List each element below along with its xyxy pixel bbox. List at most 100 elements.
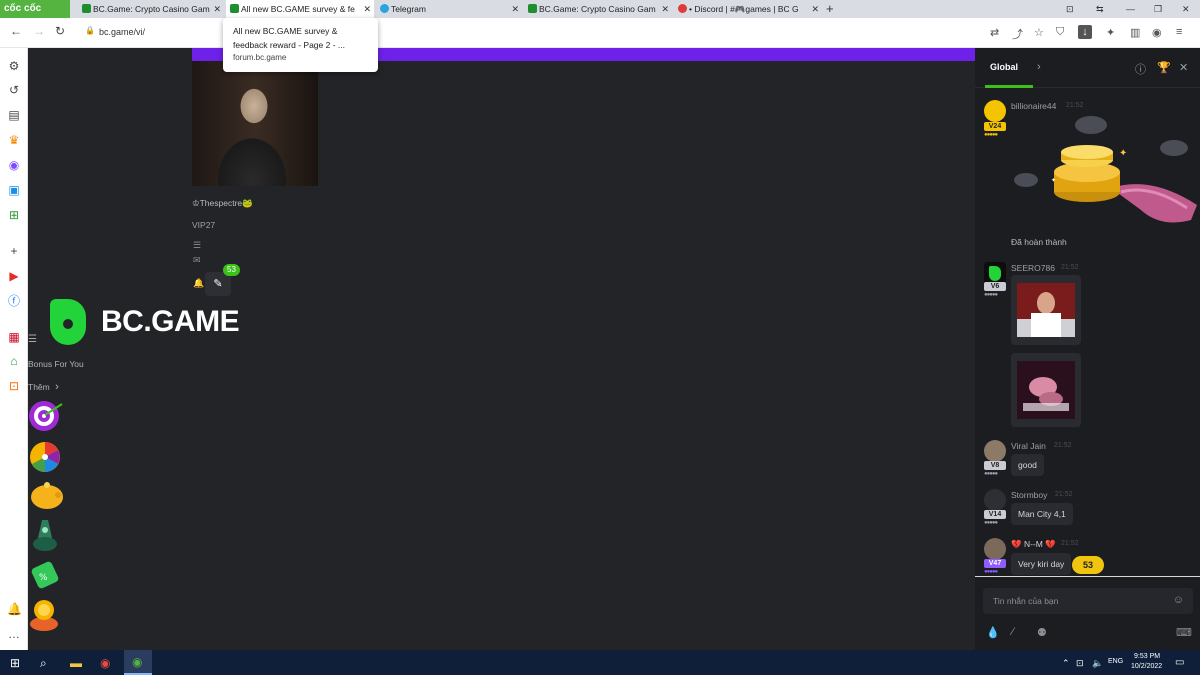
volume-icon[interactable]: 🔈 <box>1092 658 1103 669</box>
lock-icon[interactable]: 🔒 <box>85 26 95 35</box>
pin-icon[interactable]: ⇆ <box>1096 0 1104 18</box>
tab-bcgame-1[interactable]: BC.Game: Crypto Casino Gam ✕ <box>78 0 224 18</box>
lucky-wheel-icon[interactable] <box>28 438 66 472</box>
chevron-right-icon[interactable]: › <box>1037 61 1041 73</box>
emoji-icon[interactable]: ☺ <box>1173 594 1184 606</box>
url-field[interactable]: 🔒 bc.game/vi/ <box>77 23 977 43</box>
bcgame-logo[interactable]: BC.GAME <box>50 299 240 347</box>
avatar[interactable] <box>984 440 1006 462</box>
keyboard-icon[interactable]: ⌨ <box>1176 626 1192 639</box>
youtube-icon[interactable]: ▶ <box>7 269 21 283</box>
coin-drop-icon[interactable]: 💧 <box>986 626 1000 639</box>
profile-switch-icon[interactable]: ⊡ <box>1066 0 1074 18</box>
shield-icon[interactable]: ⛉ <box>1056 26 1064 39</box>
rain-icon[interactable]: ⚉ <box>1037 626 1047 639</box>
coccoc-taskbar-button[interactable]: ◉ <box>124 650 152 675</box>
language-indicator[interactable]: ENG <box>1108 658 1123 665</box>
share-icon[interactable]: ⤴ <box>1012 26 1023 42</box>
username[interactable]: SEERO786 <box>1011 263 1055 273</box>
cart-icon[interactable]: ⊡ <box>7 379 21 393</box>
forward-arrow-icon[interactable]: → <box>33 24 45 38</box>
download-icon[interactable]: ↓ <box>1078 25 1092 39</box>
piggy-bank-icon[interactable] <box>28 478 66 512</box>
new-tab-button[interactable]: + <box>826 0 834 17</box>
chrome-icon[interactable]: ◉ <box>100 656 110 670</box>
trophy-icon[interactable]: 🏆 <box>1157 61 1171 74</box>
coupon-icon[interactable]: % <box>28 558 66 592</box>
username[interactable]: Viral Jain <box>1011 441 1046 451</box>
message-bubble: Man City 4,1 <box>1011 503 1073 525</box>
info-icon[interactable]: ⓘ <box>1135 61 1146 77</box>
facebook-icon[interactable]: ⓕ <box>7 294 21 308</box>
avatar[interactable] <box>984 262 1006 284</box>
tab-global[interactable]: Global <box>990 62 1018 72</box>
avatar[interactable] <box>984 538 1006 560</box>
slash-command-icon[interactable]: ∕ <box>1012 626 1014 638</box>
gif-message[interactable] <box>1011 353 1081 427</box>
new-messages-badge[interactable]: 53 <box>1072 556 1104 574</box>
avatar[interactable] <box>984 100 1006 122</box>
notes-icon[interactable]: ▤ <box>7 108 21 122</box>
vip-badge: V8 <box>984 461 1006 470</box>
history-icon[interactable]: ↺ <box>7 83 21 97</box>
tab-bcgame-2[interactable]: BC.Game: Crypto Casino Gam ✕ <box>524 0 672 18</box>
tab-survey[interactable]: All new BC.GAME survey & fe ✕ <box>226 0 374 18</box>
menu-icon[interactable]: ≡ <box>1176 26 1182 38</box>
game-controller-icon[interactable]: ⊞ <box>7 208 21 222</box>
crown-icon[interactable]: ♛ <box>7 133 21 147</box>
mail-icon[interactable]: ✉ <box>193 255 201 266</box>
clock-time[interactable]: 9:53 PM <box>1134 653 1160 660</box>
window-close-button[interactable]: ✕ <box>1182 0 1190 18</box>
clock-date[interactable]: 10/2/2022 <box>1131 663 1162 670</box>
minimize-button[interactable]: — <box>1126 0 1135 18</box>
list-icon[interactable]: ☰ <box>193 240 201 251</box>
star-icon[interactable]: ☆ <box>1034 26 1044 39</box>
back-arrow-icon[interactable]: ← <box>10 24 22 38</box>
tab-telegram[interactable]: Telegram ✕ <box>376 0 522 18</box>
close-icon[interactable]: ✕ <box>811 0 819 18</box>
coccoc-logo[interactable]: cốc cốc <box>0 0 70 18</box>
more-icon[interactable]: … <box>7 627 21 641</box>
bonus-for-you-link[interactable]: Bonus For You <box>28 359 84 369</box>
chat-bubble-icon: ✎ <box>213 278 223 290</box>
tab-discord[interactable]: • Discord | #🎮games | BC G ✕ <box>674 0 822 18</box>
bell-icon[interactable]: 🔔 <box>193 278 204 289</box>
reload-icon[interactable]: ↻ <box>55 24 65 38</box>
account-icon[interactable]: ◉ <box>1152 26 1162 39</box>
close-icon[interactable]: ✕ <box>1179 61 1188 74</box>
username[interactable]: Stormboy <box>1011 490 1047 500</box>
settings-icon[interactable]: ⚙ <box>7 59 21 73</box>
avatar[interactable] <box>984 489 1006 511</box>
maximize-button[interactable]: ❐ <box>1154 0 1162 18</box>
url-text[interactable]: bc.game/vi/ <box>99 27 145 37</box>
coin-trophy-icon[interactable] <box>28 598 66 632</box>
chat-message-field[interactable]: ☺ <box>983 588 1193 614</box>
close-icon[interactable]: ✕ <box>363 0 371 18</box>
close-icon[interactable]: ✕ <box>511 0 519 18</box>
translate-icon[interactable]: ⇄ <box>990 26 999 39</box>
chevron-up-icon[interactable]: ⌃ <box>1062 658 1070 669</box>
more-link[interactable]: Thêm › <box>28 381 59 393</box>
hamburger-icon[interactable]: ☰ <box>28 334 37 345</box>
windows-start-icon[interactable]: ⊞ <box>10 656 20 670</box>
shopping-icon[interactable]: ▦ <box>7 330 21 344</box>
close-icon[interactable]: ✕ <box>661 0 669 18</box>
chat-message-input[interactable] <box>993 594 1163 608</box>
sidebar-toggle-icon[interactable]: ▥ <box>1130 26 1140 39</box>
notification-center-icon[interactable]: ▭ <box>1175 657 1184 668</box>
close-icon[interactable]: ✕ <box>213 0 221 18</box>
search-icon[interactable]: ⌕ <box>40 656 47 671</box>
target-darts-icon[interactable] <box>28 398 66 432</box>
more-label: Thêm <box>28 382 50 392</box>
messenger-icon[interactable]: ◉ <box>7 158 21 172</box>
add-icon[interactable]: + <box>7 244 21 258</box>
file-explorer-icon[interactable]: ▬ <box>70 656 82 670</box>
rocket-icon[interactable] <box>28 518 66 552</box>
bell-icon[interactable]: 🔔 <box>7 602 22 616</box>
zalo-icon[interactable]: ▣ <box>7 183 21 197</box>
gif-message[interactable] <box>1011 275 1081 345</box>
username[interactable]: 💔 N--M 💔 <box>1011 539 1056 550</box>
network-icon[interactable]: ⊡ <box>1076 658 1084 669</box>
hat-icon[interactable]: ⌂ <box>7 354 21 368</box>
extensions-icon[interactable]: ✦ <box>1106 26 1115 39</box>
